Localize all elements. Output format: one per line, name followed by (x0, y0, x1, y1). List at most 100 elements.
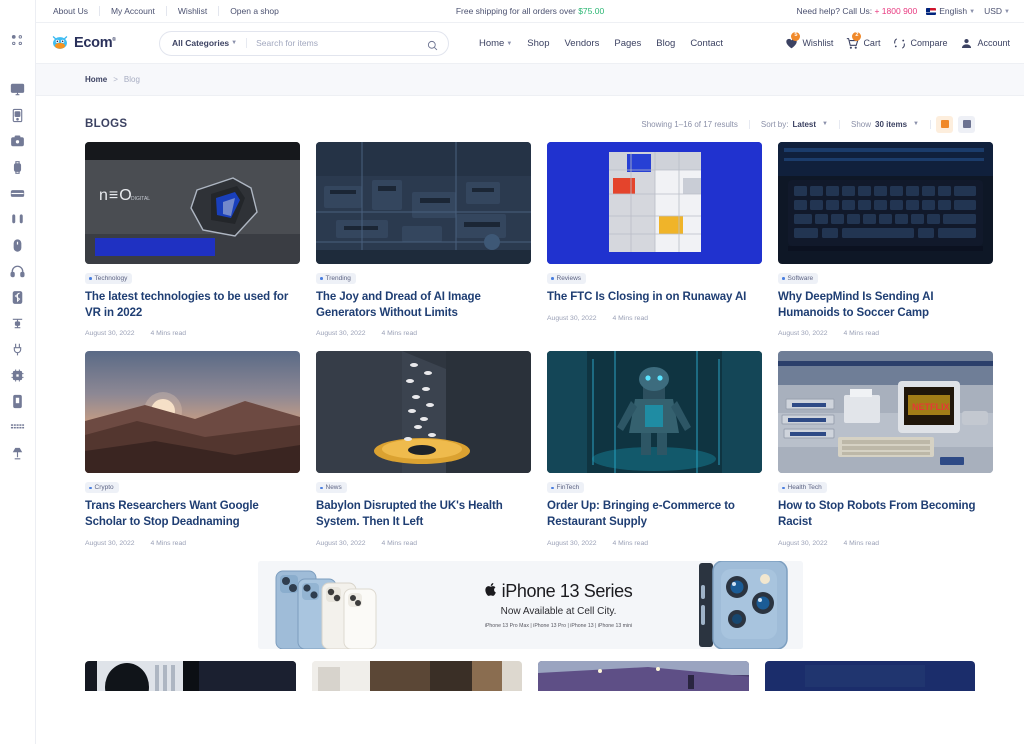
search-input[interactable] (247, 38, 427, 48)
blog-meta: August 30, 2022 4 Mins read (85, 540, 300, 547)
nav-item-contact[interactable]: Contact (690, 38, 723, 49)
cart-button[interactable]: 2 Cart (846, 37, 880, 50)
blog-title[interactable]: Trans Researchers Want Google Scholar to… (85, 499, 300, 531)
plug-icon[interactable] (7, 338, 29, 360)
category-tag[interactable]: Health Tech (778, 482, 827, 493)
purple-stage-photo[interactable] (538, 661, 749, 691)
blog-card[interactable]: Crypto Trans Researchers Want Google Sch… (85, 351, 300, 546)
blog-read-time: 4 Mins read (613, 540, 649, 547)
list-view-icon (963, 120, 971, 128)
grid-view-button[interactable] (936, 116, 953, 133)
blog-card[interactable]: n≡O DIGITAL Technology The latest techno… (85, 142, 300, 337)
blog-title[interactable]: The FTC Is Closing in on Runaway AI (547, 290, 762, 306)
category-tag[interactable]: Trending (316, 273, 356, 284)
blog-toolbar: BLOGS Showing 1–16 of 17 results Sort by… (85, 96, 975, 142)
grid-menu-icon[interactable] (7, 30, 29, 52)
account-button[interactable]: Account (960, 37, 1010, 50)
blog-meta: August 30, 2022 4 Mins read (85, 330, 300, 337)
cart-label: Cart (863, 38, 880, 48)
mouse-icon[interactable] (7, 234, 29, 256)
topbar-link-my-account[interactable]: My Account (100, 6, 167, 16)
monitor-icon[interactable] (7, 78, 29, 100)
interior-room-photo[interactable] (312, 661, 523, 691)
header-actions: 5 Wishlist 2 Cart Compare (785, 37, 1010, 50)
blog-title[interactable]: The latest technologies to be used for V… (85, 290, 300, 322)
category-tag[interactable]: Crypto (85, 482, 119, 493)
topbar-link-wishlist[interactable]: Wishlist (167, 6, 219, 16)
sort-by-dropdown[interactable]: Sort by: Latest ▼ (750, 120, 840, 129)
blog-card[interactable]: FinTech Order Up: Bringing e-Commerce to… (547, 351, 762, 546)
desert-sunset-photo[interactable] (85, 351, 300, 473)
smartphone-icon[interactable] (7, 390, 29, 412)
site-logo[interactable]: Ecom® (50, 34, 145, 52)
category-tag[interactable]: Reviews (547, 273, 586, 284)
blog-title[interactable]: How to Stop Robots From Becoming Racist (778, 499, 993, 531)
blog-title[interactable]: Why DeepMind Is Sending AI Humanoids to … (778, 290, 993, 322)
wishlist-button[interactable]: 5 Wishlist (785, 37, 833, 50)
blog-card[interactable]: News Babylon Disrupted the UK's Health S… (316, 351, 531, 546)
category-tag[interactable]: Software (778, 273, 818, 284)
camera-icon[interactable] (7, 130, 29, 152)
language-selector[interactable]: English▼ (926, 6, 975, 16)
compare-button[interactable]: Compare (893, 37, 947, 50)
circuit-board-abstract-photo[interactable] (316, 142, 531, 264)
blog-card[interactable]: Trending The Joy and Dread of AI Image G… (316, 142, 531, 337)
blog-title[interactable]: Order Up: Bringing e-Commerce to Restaur… (547, 499, 762, 531)
topbar-link-about-us[interactable]: About Us (42, 6, 100, 16)
headphones-icon[interactable] (7, 260, 29, 282)
breadcrumb-current: Blog (124, 75, 140, 84)
blog-date: August 30, 2022 (778, 540, 828, 547)
category-tag[interactable]: FinTech (547, 482, 584, 493)
smartwatch-icon[interactable] (7, 156, 29, 178)
blog-card[interactable]: Software Why DeepMind Is Sending AI Huma… (778, 142, 993, 337)
topbar-link-open-a-shop[interactable]: Open a shop (219, 6, 290, 16)
keyboard-icon[interactable] (7, 416, 29, 438)
support-phone-number[interactable]: + 1800 900 (874, 6, 917, 16)
retro-computer-netflix-photo[interactable]: NETFLIX (778, 351, 993, 473)
drone-icon[interactable] (7, 312, 29, 334)
tag-label: FinTech (557, 484, 580, 491)
search-bar[interactable]: All Categories ▼ (159, 31, 449, 56)
blue-keyboard-photo[interactable] (778, 142, 993, 264)
language-label: English (939, 6, 967, 16)
currency-selector[interactable]: USD▼ (984, 6, 1010, 16)
bluetooth-speaker-icon[interactable] (7, 286, 29, 308)
category-icon-rail[interactable] (0, 0, 36, 744)
search-icon[interactable] (427, 38, 438, 49)
blog-card[interactable]: NETFLIX Health Tech How to Stop Robots F… (778, 351, 993, 546)
vr-gaming-mouse-photo[interactable]: n≡O DIGITAL (85, 142, 300, 264)
blog-title[interactable]: Babylon Disrupted the UK's Health System… (316, 499, 531, 531)
promo-text: Free shipping for all orders over (456, 6, 578, 16)
blog-meta: August 30, 2022 4 Mins read (547, 315, 762, 322)
desk-lamp-icon[interactable] (7, 442, 29, 464)
category-tag[interactable]: News (316, 482, 347, 493)
list-view-button[interactable] (958, 116, 975, 133)
navy-blue-photo[interactable] (765, 661, 976, 691)
robot-teal-photo[interactable] (547, 351, 762, 473)
earbuds-icon[interactable] (7, 208, 29, 230)
nav-item-shop[interactable]: Shop (527, 38, 549, 49)
architecture-dark-photo[interactable] (85, 661, 296, 691)
nav-item-blog[interactable]: Blog (656, 38, 675, 49)
white-cube-blocks-photo[interactable] (547, 142, 762, 264)
tablet-icon[interactable] (7, 104, 29, 126)
nav-item-vendors[interactable]: Vendors (564, 38, 599, 49)
nav-item-home[interactable]: Home▼ (479, 38, 512, 49)
tag-dot-icon (89, 487, 92, 490)
category-dropdown[interactable]: All Categories ▼ (172, 38, 247, 48)
iphone-promo-banner[interactable]: iPhone 13 Series Now Available at Cell C… (258, 561, 803, 649)
tag-label: Trending (326, 275, 351, 282)
falling-coins-photo[interactable] (316, 351, 531, 473)
battery-icon[interactable] (7, 182, 29, 204)
blog-title[interactable]: The Joy and Dread of AI Image Generators… (316, 290, 531, 322)
show-count-dropdown[interactable]: Show 30 items ▼ (840, 120, 931, 129)
nav-item-pages[interactable]: Pages (614, 38, 641, 49)
category-tag[interactable]: Technology (85, 273, 132, 284)
cpu-chip-icon[interactable] (7, 364, 29, 386)
breadcrumb-home[interactable]: Home (85, 75, 107, 84)
blog-read-time: 4 Mins read (844, 540, 880, 547)
blog-card[interactable]: Reviews The FTC Is Closing in on Runaway… (547, 142, 762, 337)
compare-label: Compare (910, 38, 947, 48)
main-navigation[interactable]: Home▼ Shop Vendors Pages Blog Contact (479, 38, 723, 49)
cart-badge: 2 (852, 32, 861, 41)
